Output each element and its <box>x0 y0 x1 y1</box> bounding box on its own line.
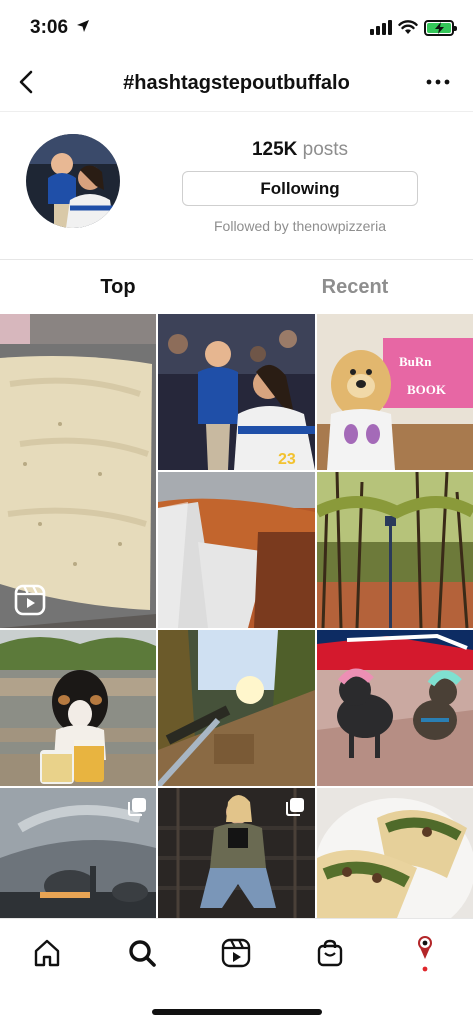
post-tile-dog-with-beers[interactable] <box>0 630 156 786</box>
status-time: 3:06 <box>30 17 69 38</box>
carousel-icon <box>128 798 146 816</box>
posts-count: 125K <box>251 139 298 160</box>
page-title: #hashtagstepoutbuffalo <box>123 72 350 94</box>
wifi-icon <box>398 20 418 34</box>
reels-icon <box>14 584 46 616</box>
nav-reels[interactable] <box>216 933 256 973</box>
home-indicator <box>152 1009 322 1015</box>
hashtag-header: #hashtagstepoutbuffalo <box>0 54 473 112</box>
more-options-icon[interactable] <box>424 74 452 90</box>
post-tile-golden-retriever[interactable]: BuRn BOOK <box>317 314 473 470</box>
post-tile-conservatory[interactable] <box>0 788 156 918</box>
post-tile-hockey-fans[interactable]: 23 <box>158 314 315 470</box>
post-grid: 23 BuRn BOOK <box>0 314 473 918</box>
svg-text:23: 23 <box>278 451 296 468</box>
post-tile-dogs-costumes[interactable] <box>317 630 473 786</box>
nav-profile[interactable] <box>405 933 445 973</box>
post-tile-forest-lamp[interactable] <box>317 472 473 628</box>
hashtag-avatar[interactable] <box>26 134 120 228</box>
location-arrow-icon <box>77 20 89 32</box>
following-button[interactable]: Following <box>182 171 418 206</box>
feed-tabs: Top Recent <box>0 260 473 314</box>
nav-home[interactable] <box>27 933 67 973</box>
search-icon <box>129 940 156 967</box>
shop-icon <box>317 939 343 967</box>
post-tile-pizza-dough[interactable] <box>0 314 156 628</box>
nav-shop[interactable] <box>310 933 350 973</box>
home-icon <box>34 939 60 967</box>
nav-search[interactable] <box>122 933 162 973</box>
reels-icon <box>221 938 251 968</box>
battery-icon <box>424 20 457 36</box>
profile-icon <box>418 936 432 972</box>
hashtag-profile: 125K posts Following Followed by thenowp… <box>0 112 473 260</box>
svg-text:BuRn: BuRn <box>399 354 432 369</box>
post-tile-wooded-path[interactable] <box>158 630 315 786</box>
post-tile-autumn-waterfall[interactable] <box>158 472 315 628</box>
tab-top[interactable]: Top <box>0 260 236 314</box>
carousel-icon <box>286 798 304 816</box>
posts-label: posts <box>302 139 349 160</box>
followed-by-text[interactable]: Followed by thenowpizzeria <box>182 218 418 234</box>
svg-text:BOOK: BOOK <box>407 382 447 397</box>
post-tile-tacos[interactable] <box>317 788 473 918</box>
tab-recent[interactable]: Recent <box>237 260 473 314</box>
status-bar: 3:06 <box>0 0 473 54</box>
post-tile-woman-stairs[interactable] <box>158 788 315 918</box>
cellular-signal-icon <box>370 20 392 35</box>
posts-count-stat: 125K posts <box>182 139 418 161</box>
bottom-navigation <box>0 918 473 1024</box>
